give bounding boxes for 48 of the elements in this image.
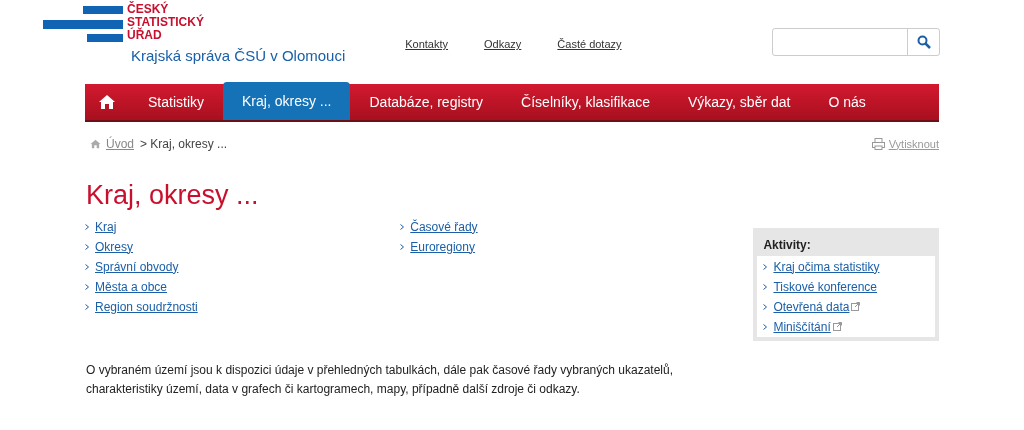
section-link[interactable]: Časové řady xyxy=(410,217,478,236)
top-link[interactable]: Kontakty xyxy=(405,36,449,53)
section-link[interactable]: Města a obce xyxy=(95,277,168,296)
nav-tab[interactable]: O nás xyxy=(809,84,885,120)
logo-text: ČESKÝ xyxy=(127,3,169,16)
external-link-icon xyxy=(832,322,842,331)
chevron-icon xyxy=(85,303,89,310)
chevron-icon xyxy=(763,323,768,330)
chevron-icon xyxy=(85,263,89,270)
chevron-icon xyxy=(85,283,89,290)
nav-tab[interactable]: Databáze, registry xyxy=(350,84,503,120)
breadcrumb-link[interactable]: Úvod xyxy=(106,135,134,153)
chevron-icon xyxy=(763,283,768,290)
activity-link[interactable]: Miniščítání xyxy=(773,317,831,336)
chevron-icon xyxy=(400,243,405,250)
page-title: Kraj, okresy ... xyxy=(86,179,260,212)
home-icon xyxy=(98,94,116,110)
logo-text: STATISTICKÝ xyxy=(127,16,204,29)
top-link[interactable]: Odkazy xyxy=(484,36,522,53)
nav-tab[interactable]: Číselníky, klasifikace xyxy=(502,84,669,120)
search-icon xyxy=(916,35,931,49)
search-field[interactable] xyxy=(772,28,940,56)
logo-text: ÚŘAD xyxy=(127,29,162,42)
activity-link[interactable]: Tiskové konference xyxy=(773,277,878,296)
activities-heading: Aktivity: xyxy=(762,237,812,254)
chevron-icon xyxy=(763,303,768,310)
section-link[interactable]: Euroregiony xyxy=(410,237,475,256)
printer-icon xyxy=(871,138,885,150)
nav-tab[interactable]: Kraj, okresy ... xyxy=(223,82,351,120)
nav-tab[interactable]: Statistiky xyxy=(129,84,223,120)
section-link[interactable]: Kraj xyxy=(95,217,117,236)
section-link[interactable]: Okresy xyxy=(95,237,133,256)
top-link[interactable]: Časté dotazy xyxy=(557,36,622,53)
chevron-icon xyxy=(85,223,89,230)
external-link-icon xyxy=(851,302,861,311)
activity-link[interactable]: Kraj očima statistiky xyxy=(773,257,880,276)
nav-tab[interactable]: Výkazy, sběr dat xyxy=(669,84,810,120)
site-subtitle: Krajská správa ČSÚ v Olomouci xyxy=(131,46,346,66)
home-icon xyxy=(90,139,101,149)
chevron-icon xyxy=(400,223,405,230)
activity-link[interactable]: Otevřená data xyxy=(773,297,850,316)
logo-stripes-icon xyxy=(43,5,123,45)
section-link[interactable]: Správní obvody xyxy=(95,257,179,276)
section-link[interactable]: Region soudržnosti xyxy=(95,297,198,316)
chevron-icon xyxy=(763,263,768,270)
description-text: O vybraném území jsou k dispozici údaje v přehledných tabulkách, dále pak časové řady vybraných ukazatelů, charakteristiky území, data v grafech či kartogramech, mapy, případně další zdroje či odkazy. xyxy=(86,362,674,398)
breadcrumb-current: > Kraj, okresy ... xyxy=(140,136,228,153)
chevron-icon xyxy=(85,243,89,250)
